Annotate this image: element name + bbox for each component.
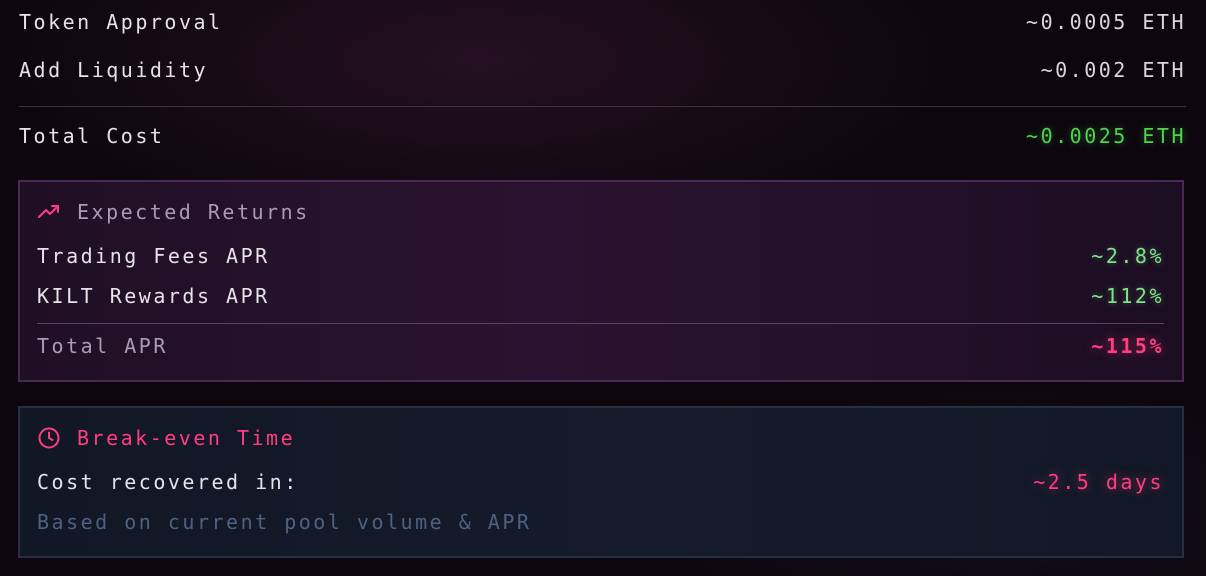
cost-row-add-liquidity: Add Liquidity ~0.002 ETH [19, 58, 1186, 82]
cost-divider [19, 106, 1186, 107]
expected-returns-title: Expected Returns [77, 200, 310, 224]
total-apr-label: Total APR [37, 334, 168, 358]
trending-up-icon [37, 200, 61, 224]
total-cost-label: Total Cost [19, 124, 165, 148]
expected-returns-header: Expected Returns [37, 200, 310, 224]
apr-divider [37, 323, 1164, 324]
cost-label: Add Liquidity [19, 58, 209, 82]
cost-value: ~0.0005 ETH [1026, 10, 1186, 34]
apr-row-kilt-rewards: KILT Rewards APR ~112% [37, 284, 1164, 308]
cost-label: Token Approval [19, 10, 223, 34]
cost-recovered-row: Cost recovered in: ~2.5 days [37, 470, 1164, 494]
apr-value: ~2.8% [1091, 244, 1164, 268]
apr-value: ~112% [1091, 284, 1164, 308]
expected-returns-card: Expected Returns Trading Fees APR ~2.8% … [18, 180, 1184, 382]
apr-row-trading-fees: Trading Fees APR ~2.8% [37, 244, 1164, 268]
break-even-card: Break-even Time Cost recovered in: ~2.5 … [18, 406, 1184, 558]
cost-value: ~0.002 ETH [1040, 58, 1186, 82]
cost-recovered-label: Cost recovered in: [37, 470, 299, 494]
clock-icon [37, 426, 61, 450]
total-apr-value: ~115% [1091, 334, 1164, 358]
break-even-title: Break-even Time [77, 426, 296, 450]
cost-recovered-value: ~2.5 days [1033, 470, 1164, 494]
cost-row-token-approval: Token Approval ~0.0005 ETH [19, 10, 1186, 34]
break-even-header: Break-even Time [37, 426, 295, 450]
break-even-note-row: Based on current pool volume & APR [37, 510, 1164, 534]
total-apr-row: Total APR ~115% [37, 334, 1164, 358]
apr-label: KILT Rewards APR [37, 284, 270, 308]
apr-label: Trading Fees APR [37, 244, 270, 268]
total-cost-value: ~0.0025 ETH [1026, 124, 1186, 148]
break-even-note: Based on current pool volume & APR [37, 510, 532, 534]
total-cost-row: Total Cost ~0.0025 ETH [19, 124, 1186, 148]
